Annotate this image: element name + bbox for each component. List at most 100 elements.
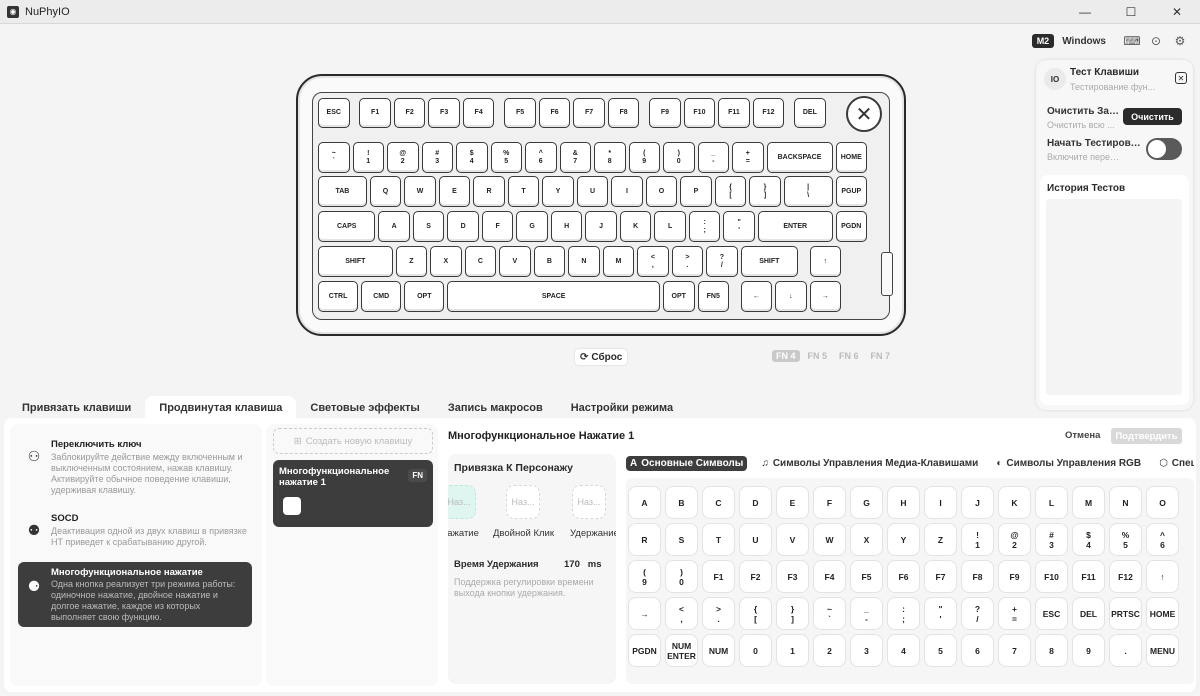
key-b[interactable]: B <box>533 246 566 277</box>
keyboard-icon[interactable]: ⌨ <box>1123 33 1140 49</box>
symbol-tab-1[interactable]: ♫ Символы Управления Медиа-Клавишами <box>757 456 982 471</box>
symbol-key[interactable]: F12 <box>1109 560 1142 593</box>
symbol-key[interactable]: D <box>739 486 772 519</box>
key-f12[interactable]: F12 <box>752 98 785 128</box>
symbol-key[interactable]: K <box>998 486 1031 519</box>
key-<,[interactable]: < , <box>637 246 669 277</box>
symbol-key[interactable]: 8 <box>1035 634 1068 667</box>
symbol-key[interactable]: F2 <box>739 560 772 593</box>
tab-3[interactable]: Запись макросов <box>434 396 557 419</box>
symbol-key[interactable]: F7 <box>924 560 957 593</box>
key-esc[interactable]: ESC <box>318 98 350 128</box>
symbol-key[interactable]: ESC <box>1035 597 1068 630</box>
symbol-key[interactable]: 0 <box>739 634 772 667</box>
symbol-key[interactable]: Y <box>887 523 920 556</box>
symbol-key[interactable]: T <box>702 523 735 556</box>
key-opt[interactable]: OPT <box>404 281 445 312</box>
symbol-key[interactable]: 6 <box>961 634 994 667</box>
key-f1[interactable]: F1 <box>359 98 391 128</box>
symbol-key[interactable]: 2 <box>813 634 846 667</box>
key-↑[interactable]: ↑ <box>809 246 842 277</box>
key-{[[interactable]: { [ <box>714 176 747 207</box>
test-history-list[interactable] <box>1046 199 1182 395</box>
key-enter[interactable]: ENTER <box>757 211 833 242</box>
settings-icon[interactable]: ⚙ <box>1172 33 1188 49</box>
minimize-button[interactable]: — <box>1062 0 1108 24</box>
symbol-key[interactable]: MENU <box>1146 634 1179 667</box>
reset-button[interactable]: ⟳ Сброс <box>575 349 628 365</box>
key-v[interactable]: V <box>499 246 531 277</box>
key-f9[interactable]: F9 <box>649 98 681 128</box>
key-@2[interactable]: @ 2 <box>387 142 419 173</box>
symbol-key[interactable]: 5 <box>924 634 957 667</box>
symbol-key[interactable]: 1 <box>776 634 809 667</box>
key-f6[interactable]: F6 <box>538 98 571 128</box>
confirm-button[interactable]: Подтвердить <box>1111 428 1182 444</box>
symbol-key[interactable]: F10 <box>1035 560 1068 593</box>
key-:;[interactable]: : ; <box>688 211 721 242</box>
key-o[interactable]: O <box>645 176 678 207</box>
symbol-key[interactable]: V <box>776 523 809 556</box>
symbol-key[interactable]: X <box>850 523 883 556</box>
mode-multi-tap[interactable]: ⚈ Многофункциональное нажатие Одна кнопк… <box>18 562 252 627</box>
symbol-key[interactable]: 7 <box>998 634 1031 667</box>
symbol-key[interactable]: ( 9 <box>628 560 661 593</box>
key-r[interactable]: R <box>473 176 505 207</box>
symbol-key[interactable]: $ 4 <box>1072 523 1105 556</box>
key-m[interactable]: M <box>602 246 635 277</box>
symbol-key[interactable]: F9 <box>998 560 1031 593</box>
maximize-button[interactable]: ☐ <box>1108 0 1154 24</box>
symbol-key[interactable]: ~ ` <box>813 597 846 630</box>
key-del[interactable]: DEL <box>794 98 826 128</box>
symbol-key[interactable]: N <box>1109 486 1142 519</box>
key-?/[interactable]: ? / <box>706 246 738 277</box>
tab-1[interactable]: Продвинутая клавиша <box>145 396 297 419</box>
mode-socd[interactable]: ⚉ SOCD Деактивация одной из двух клавиш … <box>18 506 252 562</box>
key-y[interactable]: Y <box>542 176 574 207</box>
key-pgdn[interactable]: PGDN <box>835 211 867 242</box>
symbol-key[interactable]: F <box>813 486 846 519</box>
symbol-key[interactable]: F11 <box>1072 560 1105 593</box>
symbol-key[interactable]: W <box>813 523 846 556</box>
key-a[interactable]: A <box>378 211 410 242</box>
symbol-key[interactable]: ? / <box>961 597 994 630</box>
key-&7[interactable]: & 7 <box>559 142 591 173</box>
key-l[interactable]: L <box>654 211 686 242</box>
key-f10[interactable]: F10 <box>683 98 716 128</box>
tab-2[interactable]: Световые эффекты <box>296 396 433 419</box>
key-pgup[interactable]: PGUP <box>835 176 867 207</box>
key-_-[interactable]: _ - <box>697 142 729 173</box>
key->.[interactable]: > . <box>671 246 704 277</box>
fn-layer-tab[interactable]: FN 4 <box>772 350 800 362</box>
key-~`[interactable]: ~ ` <box>318 142 350 173</box>
symbol-key[interactable]: M <box>1072 486 1105 519</box>
mode-toggle-key[interactable]: ⚇ Переключить ключ Заблокируйте действие… <box>18 432 252 500</box>
symbol-key[interactable]: ! 1 <box>961 523 994 556</box>
symbol-tab-0[interactable]: A Основные Символы <box>626 456 748 471</box>
symbol-key[interactable]: R <box>628 523 661 556</box>
key-q[interactable]: Q <box>369 176 402 207</box>
key-j[interactable]: J <box>585 211 617 242</box>
start-test-toggle[interactable] <box>1146 138 1182 160</box>
symbol-key[interactable]: B <box>665 486 698 519</box>
key-←[interactable]: ← <box>740 281 773 312</box>
multi-tap-card[interactable]: Многофункциональное нажатие 1 FN <box>273 460 433 527</box>
key-caps[interactable]: CAPS <box>318 211 376 242</box>
hold-time-value[interactable]: 170 ms <box>564 559 602 570</box>
key-shift[interactable]: SHIFT <box>318 246 393 277</box>
key-f2[interactable]: F2 <box>393 98 426 128</box>
symbol-key[interactable]: O <box>1146 486 1179 519</box>
key-%5[interactable]: % 5 <box>490 142 522 173</box>
key-n[interactable]: N <box>568 246 600 277</box>
key-(9[interactable]: ( 9 <box>628 142 660 173</box>
symbol-key[interactable]: F4 <box>813 560 846 593</box>
symbol-key[interactable]: L <box>1035 486 1068 519</box>
key-+=[interactable]: + = <box>732 142 764 173</box>
key-f11[interactable]: F11 <box>718 98 750 128</box>
fn-layer-tab[interactable]: FN 5 <box>804 350 832 362</box>
symbol-key[interactable]: ↑ <box>1146 560 1179 593</box>
symbol-key[interactable]: NUM <box>702 634 735 667</box>
key-shift[interactable]: SHIFT <box>740 246 798 277</box>
symbol-key[interactable]: 3 <box>850 634 883 667</box>
symbol-key[interactable]: " ' <box>924 597 957 630</box>
